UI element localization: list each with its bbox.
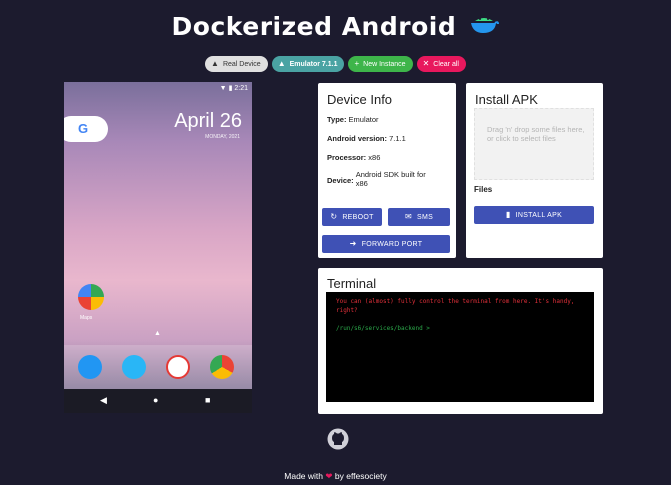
files-label: Files bbox=[474, 185, 493, 194]
battery-icon: ▮ bbox=[228, 85, 233, 92]
processor-row: Processor: x86 bbox=[327, 153, 380, 162]
device-info-card: Device Info Type: Emulator Android versi… bbox=[318, 83, 456, 258]
page-title-text: Dockerized Android bbox=[171, 12, 457, 41]
device-value: Android SDK built for x86 bbox=[355, 170, 426, 188]
reboot-label: REBOOT bbox=[342, 214, 374, 221]
terminal-prompt: /run/s6/services/backend > bbox=[336, 325, 430, 333]
device-row: Device: Android SDK built for x86 bbox=[327, 170, 452, 188]
emulator-chip[interactable]: ▲ Emulator 7.1.1 bbox=[271, 56, 345, 72]
android-docker-logo-icon bbox=[469, 13, 500, 43]
chrome-app-icon[interactable] bbox=[210, 355, 234, 379]
install-icon: ▮ bbox=[505, 210, 511, 219]
maps-app-icon[interactable] bbox=[78, 284, 104, 310]
install-apk-button[interactable]: ▮ INSTALL APK bbox=[474, 206, 594, 224]
install-apk-title: Install APK bbox=[475, 92, 538, 107]
install-apk-label: INSTALL APK bbox=[515, 212, 563, 219]
page-title: Dockerized Android bbox=[0, 12, 671, 43]
messages-app-icon[interactable] bbox=[122, 355, 146, 379]
google-icon: G bbox=[77, 121, 89, 136]
reboot-icon: ↻ bbox=[330, 212, 338, 221]
real-device-label: Real Device bbox=[222, 61, 261, 68]
sms-button[interactable]: ✉ SMS bbox=[388, 208, 450, 226]
home-icon[interactable]: ● bbox=[153, 395, 158, 405]
app-drawer-caret-icon[interactable]: ▲ bbox=[154, 330, 161, 337]
device-info-title: Device Info bbox=[327, 92, 393, 107]
instance-chips: ▲ Real Device ▲ Emulator 7.1.1 + New Instan… bbox=[0, 56, 671, 72]
android-icon: ▲ bbox=[211, 59, 219, 68]
android-version-row: Android version: 7.1.1 bbox=[327, 134, 406, 143]
clear-all-label: Clear all bbox=[433, 61, 459, 68]
back-icon[interactable]: ◀ bbox=[100, 395, 107, 406]
github-icon[interactable] bbox=[327, 428, 349, 450]
footer-made-with: Made with bbox=[284, 471, 324, 481]
new-instance-button[interactable]: + New Instance bbox=[348, 56, 413, 72]
status-bar: ▼ ▮ 2:21 bbox=[220, 84, 248, 92]
processor-value: x86 bbox=[368, 153, 381, 162]
heart-icon: ❤ bbox=[325, 471, 333, 481]
dropzone-text: Drag 'n' drop some files here, or click … bbox=[487, 125, 585, 144]
install-apk-card: Install APK Drag 'n' drop some files her… bbox=[466, 83, 603, 258]
terminal-message: You can (almost) fully control the termi… bbox=[336, 298, 575, 314]
android-nav-bar: ◀ ● ■ bbox=[64, 389, 252, 413]
android-version-value: 7.1.1 bbox=[389, 134, 406, 143]
emulator-label: Emulator 7.1.1 bbox=[289, 61, 338, 68]
device-screen[interactable]: ▼ ▮ 2:21 G April 26 MONDAY, 2021 Maps ▲ … bbox=[64, 82, 252, 413]
type-label: Type: bbox=[327, 115, 347, 124]
forward-port-label: FORWARD PORT bbox=[361, 241, 423, 248]
clear-all-button[interactable]: ✕ Clear all bbox=[416, 56, 466, 72]
gmail-app-icon[interactable] bbox=[166, 355, 190, 379]
android-version-label: Android version: bbox=[327, 134, 388, 143]
home-date-sub: MONDAY, 2021 bbox=[205, 134, 240, 140]
forward-port-button[interactable]: ➜ FORWARD PORT bbox=[322, 235, 450, 253]
terminal-card: Terminal You can (almost) fully control … bbox=[318, 268, 603, 414]
terminal-title: Terminal bbox=[327, 276, 377, 291]
device-type-row: Type: Emulator bbox=[327, 115, 379, 124]
device-label: Device: bbox=[327, 176, 354, 185]
sms-label: SMS bbox=[416, 214, 434, 221]
recents-icon[interactable]: ■ bbox=[205, 395, 210, 405]
wifi-icon: ▼ bbox=[219, 85, 227, 92]
android-icon: ▲ bbox=[277, 59, 286, 68]
plus-icon: + bbox=[354, 59, 360, 68]
processor-label: Processor: bbox=[327, 153, 367, 162]
apk-dropzone[interactable]: Drag 'n' drop some files here, or click … bbox=[474, 108, 594, 180]
status-time: 2:21 bbox=[234, 85, 248, 92]
real-device-chip[interactable]: ▲ Real Device bbox=[205, 56, 268, 72]
google-search-widget[interactable]: G bbox=[64, 116, 108, 142]
forward-arrow-icon: ➜ bbox=[349, 239, 357, 248]
home-date: April 26 bbox=[174, 110, 242, 132]
terminal-console[interactable]: You can (almost) fully control the termi… bbox=[326, 292, 594, 402]
maps-app-label: Maps bbox=[80, 315, 93, 321]
phone-app-icon[interactable] bbox=[78, 355, 102, 379]
new-instance-label: New Instance bbox=[363, 61, 406, 68]
close-icon: ✕ bbox=[422, 59, 430, 68]
footer-by: by effesociety bbox=[334, 471, 387, 481]
app-dock bbox=[64, 345, 252, 389]
reboot-button[interactable]: ↻ REBOOT bbox=[322, 208, 382, 226]
type-value: Emulator bbox=[348, 115, 379, 124]
sms-icon: ✉ bbox=[404, 212, 412, 221]
footer: Made with ❤ by effesociety bbox=[0, 471, 671, 482]
